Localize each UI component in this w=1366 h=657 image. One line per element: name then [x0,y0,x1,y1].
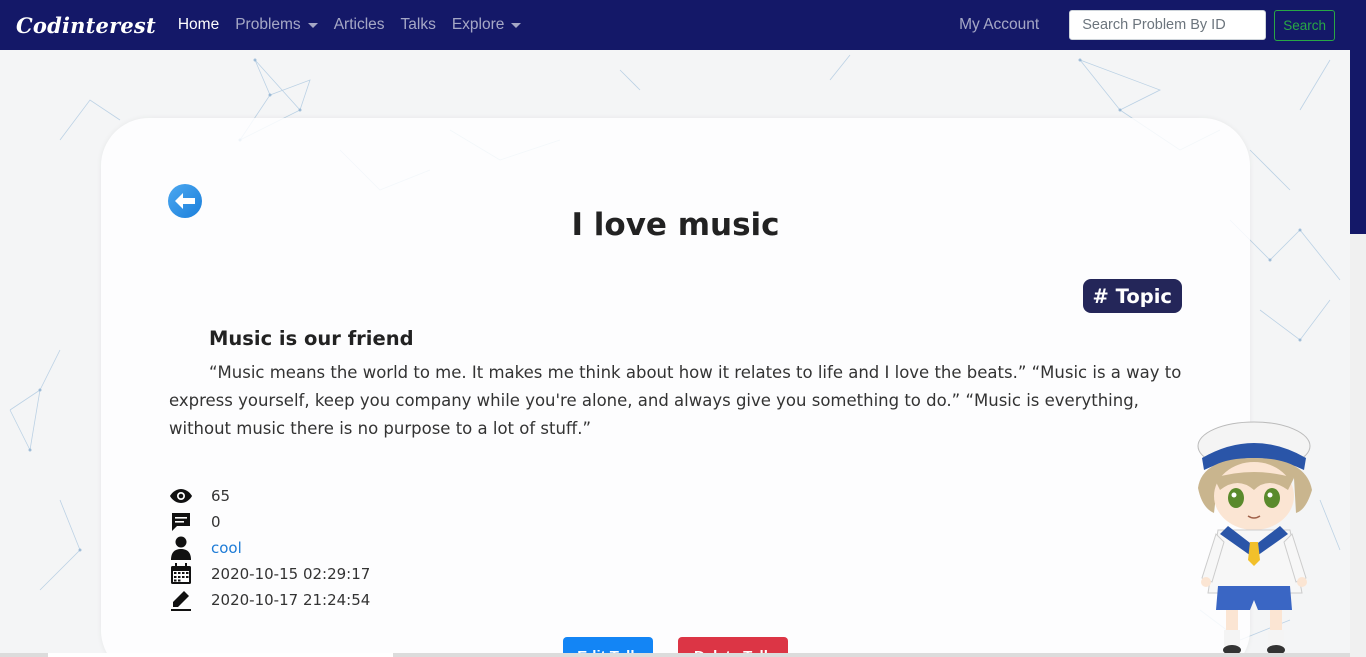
nav-problems-dropdown[interactable]: Problems [235,16,318,34]
caret-down-icon [511,22,522,28]
search-button[interactable]: Search [1274,9,1335,41]
search-problem-input[interactable] [1069,10,1267,40]
top-navbar: Codinterest Home Problems Articles Talks… [0,0,1350,50]
nav-home[interactable]: Home [178,16,219,34]
comment-icon [169,510,193,534]
created-date: 2020-10-15 02:29:17 [211,565,371,583]
talk-card: I love music # Topic Music is our friend… [101,118,1250,657]
nav-home-label: Home [177,16,220,33]
my-account-link[interactable]: My Account [959,16,1039,34]
calendar-icon [169,562,193,586]
created-row: 2020-10-15 02:29:17 [169,561,370,587]
eye-icon [169,484,193,508]
talk-meta: 65 0 cool 2020-10-15 02:29:17 2020-10-17… [169,483,370,613]
nav-talks-label: Talks [400,16,436,33]
author-link[interactable]: cool [211,539,242,557]
views-row: 65 [169,483,370,509]
nav-problems-label: Problems [235,16,301,33]
updated-date: 2020-10-17 21:24:54 [211,591,371,609]
vertical-scrollbar-thumb[interactable] [1350,0,1366,234]
views-count: 65 [211,487,231,505]
horizontal-scrollbar-thumb[interactable] [48,653,393,657]
talk-title: I love music [571,207,780,243]
brand-logo[interactable]: Codinterest [16,13,156,38]
user-icon [169,536,193,560]
talk-subtitle: Music is our friend [209,327,414,350]
pencil-icon [169,588,193,612]
talk-body: “Music means the world to me. It makes m… [169,363,1182,438]
updated-row: 2020-10-17 21:24:54 [169,587,370,613]
sailor-mascot-image [1197,421,1312,655]
comments-row: 0 [169,509,370,535]
nav-explore-label: Explore [451,16,505,33]
topic-badge[interactable]: # Topic [1082,279,1182,313]
nav-right-group: My Account Search [959,9,1350,41]
caret-down-icon [307,22,318,28]
nav-articles-label: Articles [333,16,385,33]
nav-explore-dropdown[interactable]: Explore [452,16,522,34]
comments-count: 0 [211,513,221,531]
author-row: cool [169,535,370,561]
nav-articles[interactable]: Articles [334,16,385,34]
nav-talks[interactable]: Talks [401,16,436,34]
